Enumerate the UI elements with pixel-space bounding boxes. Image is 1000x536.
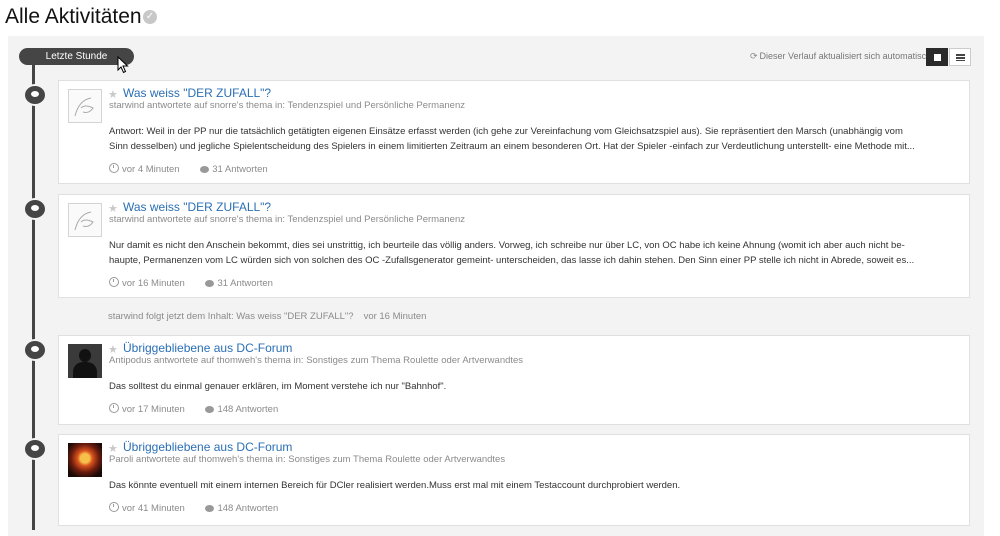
activity-time: vor 41 Minuten: [122, 503, 185, 514]
activity-card: ★ Was weiss "DER ZUFALL"? starwind antwo…: [58, 80, 970, 184]
list-icon: [956, 54, 965, 61]
reply-count-link[interactable]: 31 Antworten: [212, 164, 267, 175]
activity-meta: Antipodus antwortete auf thomweh's thema…: [109, 355, 524, 366]
clock-icon: [109, 277, 119, 287]
avatar[interactable]: [68, 89, 102, 123]
activity-meta: starwind antwortete auf snorre's thema i…: [109, 100, 465, 111]
activity-title-link[interactable]: Was weiss "DER ZUFALL"?: [123, 86, 271, 100]
activity-title-link[interactable]: Was weiss "DER ZUFALL"?: [123, 200, 271, 214]
clock-icon: [109, 163, 119, 173]
condensed-view-button[interactable]: [949, 48, 971, 66]
activity-card: ★ Übriggebliebene aus DC-Forum Paroli an…: [58, 434, 970, 526]
auto-update-notice: ⟳ Dieser Verlauf aktualisiert sich automa…: [750, 51, 931, 62]
excerpt-line: Das könnte eventuell mit einem internen …: [109, 480, 681, 491]
activity-excerpt: Das könnte eventuell mit einem internen …: [109, 478, 961, 493]
activity-title-link[interactable]: Übriggebliebene aus DC-Forum: [123, 440, 292, 454]
activity-footer: vor 16 Minuten 31 Antworten: [109, 277, 273, 289]
reply-count-link[interactable]: 148 Antworten: [217, 404, 278, 415]
activity-time: vor 16 Minuten: [122, 278, 185, 289]
page-title: Alle Aktivitäten: [5, 5, 142, 28]
activity-card: ★ Was weiss "DER ZUFALL"? starwind antwo…: [58, 194, 970, 298]
activity-time: vor 17 Minuten: [122, 404, 185, 415]
comment-bubble-icon: [23, 198, 47, 220]
excerpt-line: haupte, Permanenzen vom LC würden sich v…: [109, 255, 915, 266]
comment-bubble-icon: [23, 84, 47, 106]
excerpt-line: Nur damit es nicht den Anschein bekommt,…: [109, 240, 905, 251]
activity-excerpt: Antwort: Weil in der PP nur die tatsächl…: [109, 124, 961, 154]
auto-update-text: Dieser Verlauf aktualisiert sich automat…: [759, 51, 932, 61]
activity-footer: vor 41 Minuten 148 Antworten: [109, 502, 278, 514]
clock-icon: [109, 403, 119, 413]
reply-count-link[interactable]: 148 Antworten: [217, 503, 278, 514]
comment-icon: [205, 505, 215, 512]
expanded-view-button[interactable]: [926, 48, 948, 66]
comment-icon: [205, 406, 215, 413]
avatar[interactable]: [68, 203, 102, 237]
reply-count-link[interactable]: 31 Antworten: [217, 278, 272, 289]
avatar[interactable]: [68, 443, 102, 477]
excerpt-line: Antwort: Weil in der PP nur die tatsächl…: [109, 126, 903, 137]
activity-footer: vor 4 Minuten 31 Antworten: [109, 163, 268, 175]
comment-icon: [200, 166, 210, 173]
activity-title-link[interactable]: Übriggebliebene aus DC-Forum: [123, 341, 292, 355]
mouse-cursor-icon: [117, 56, 129, 74]
check-circle-icon: ✓: [143, 10, 157, 24]
activity-time: vor 4 Minuten: [122, 164, 180, 175]
activity-footer: vor 17 Minuten 148 Antworten: [109, 403, 278, 415]
excerpt-line: Das solltest du einmal genauer erklären,…: [109, 381, 447, 392]
page-header: Alle Aktivitäten ✓: [0, 0, 1000, 36]
avatar[interactable]: [68, 344, 102, 378]
comment-bubble-icon: [23, 339, 47, 361]
activity-card: ★ Übriggebliebene aus DC-Forum Antipodus…: [58, 335, 970, 425]
activity-excerpt: Nur damit es nicht den Anschein bekommt,…: [109, 238, 961, 268]
activity-meta: starwind antwortete auf snorre's thema i…: [109, 214, 465, 225]
excerpt-line: Sinn desselben) und jegliche Spielentsch…: [109, 141, 915, 152]
activity-excerpt: Das solltest du einmal genauer erklären,…: [109, 379, 961, 394]
avatar-body: [73, 362, 97, 378]
refresh-icon: ⟳: [750, 51, 758, 61]
activity-meta: Paroli antwortete auf thomweh's thema in…: [109, 454, 506, 465]
comment-bubble-icon: [23, 438, 47, 460]
follow-text: starwind folgt jetzt dem Inhalt: Was wei…: [108, 311, 354, 322]
follow-time: vor 16 Minuten: [363, 311, 427, 322]
avatar-head: [79, 349, 91, 362]
clock-icon: [109, 502, 119, 512]
follow-activity: starwind folgt jetzt dem Inhalt: Was wei…: [108, 311, 426, 322]
comment-icon: [205, 280, 215, 287]
square-icon: [934, 54, 941, 61]
